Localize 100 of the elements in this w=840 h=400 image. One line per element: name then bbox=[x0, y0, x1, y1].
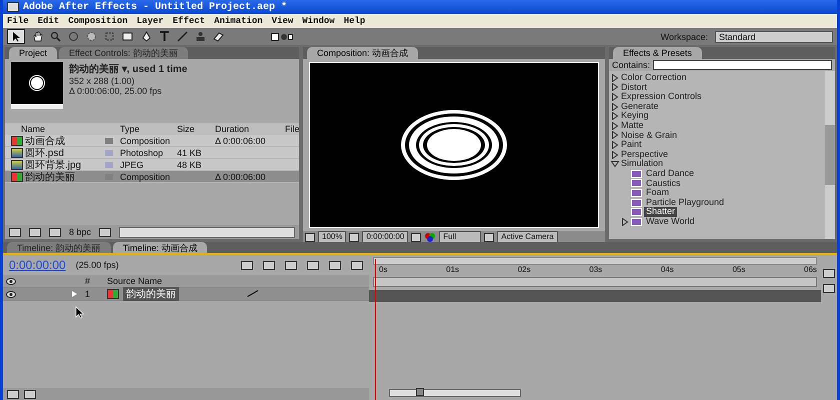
effect-item[interactable]: Caustics bbox=[608, 178, 825, 188]
brush-icon[interactable] bbox=[177, 30, 188, 43]
disclosure-triangle-icon[interactable] bbox=[610, 92, 619, 101]
current-time-field[interactable]: 0:00:00:00 bbox=[362, 231, 408, 243]
ruler-label: 02s bbox=[518, 265, 531, 276]
effect-item[interactable]: Particle Playground bbox=[608, 198, 825, 208]
resolution-dropdown[interactable]: Full bbox=[439, 231, 482, 243]
effect-category[interactable]: Generate bbox=[608, 102, 825, 112]
timeline-tab[interactable]: Timeline: 韵动的美丽 bbox=[7, 242, 111, 253]
stamp-icon[interactable] bbox=[195, 30, 206, 43]
menu-item[interactable]: Layer bbox=[136, 16, 164, 26]
effect-category[interactable]: Noise & Grain bbox=[608, 130, 825, 140]
effect-category[interactable]: Color Correction bbox=[608, 73, 825, 83]
effect-item[interactable]: Foam bbox=[608, 188, 825, 198]
disclosure-triangle-icon[interactable] bbox=[610, 122, 619, 130]
workspace-dropdown[interactable]: Standard bbox=[715, 30, 833, 42]
item-type: Photoshop bbox=[119, 148, 164, 158]
disclosure-triangle-icon[interactable] bbox=[610, 131, 619, 140]
effect-label[interactable]: Foam bbox=[644, 188, 671, 198]
project-item-row[interactable]: 韵动的美丽 Composition Δ 0:00:06:00 bbox=[5, 171, 299, 183]
effect-category[interactable]: Simulation bbox=[608, 159, 825, 169]
text-icon[interactable] bbox=[159, 30, 170, 43]
menu-item[interactable]: Animation bbox=[214, 16, 263, 26]
effect-label[interactable]: Card Dance bbox=[644, 168, 696, 179]
selection-tool-icon[interactable] bbox=[7, 29, 25, 44]
item-name: 圆环.psd bbox=[25, 146, 64, 158]
search-field[interactable] bbox=[653, 60, 832, 70]
project-item-row[interactable]: 动画合成 Composition Δ 0:00:06:00 bbox=[5, 135, 299, 147]
disclosure-triangle-icon[interactable] bbox=[610, 150, 619, 159]
panel-tab[interactable]: Composition: 动画合成 bbox=[307, 47, 418, 59]
zoom-icon[interactable] bbox=[50, 30, 61, 43]
effect-label[interactable]: Shatter bbox=[644, 207, 677, 217]
effect-category[interactable]: Matte bbox=[608, 120, 825, 131]
column-header[interactable]: # bbox=[85, 276, 107, 286]
column-header[interactable]: Source Name bbox=[107, 276, 237, 286]
camera-dropdown[interactable]: Active Camera bbox=[497, 231, 558, 243]
disclosure-triangle-icon[interactable] bbox=[610, 74, 619, 82]
preset-icon bbox=[630, 170, 642, 178]
time-navigator[interactable] bbox=[373, 277, 817, 287]
panel-tab[interactable]: Effects & Presets bbox=[612, 47, 702, 59]
column-header[interactable]: Duration bbox=[215, 124, 285, 134]
file-icon bbox=[11, 160, 23, 170]
disclosure-triangle-icon[interactable] bbox=[610, 140, 619, 149]
ruler-label: 0s bbox=[379, 265, 388, 276]
panel-tab[interactable]: Project bbox=[9, 47, 58, 59]
effect-label[interactable]: Particle Playground bbox=[644, 198, 726, 208]
disclosure-triangle-icon[interactable] bbox=[610, 83, 619, 92]
frame-rate: (25.00 fps) bbox=[76, 260, 119, 270]
expand-triangle-icon[interactable] bbox=[72, 291, 76, 297]
rectangle-icon[interactable] bbox=[122, 30, 134, 43]
orbit-icon[interactable] bbox=[86, 30, 97, 43]
preset-icon bbox=[630, 208, 642, 216]
item-name: 圆环背景.jpg bbox=[25, 158, 82, 172]
menu-item[interactable]: Composition bbox=[68, 16, 128, 26]
disclosure-triangle-icon[interactable] bbox=[610, 112, 619, 120]
effect-label[interactable]: Caustics bbox=[644, 178, 682, 188]
menu-item[interactable]: Edit bbox=[38, 16, 60, 26]
scroll-bar[interactable] bbox=[825, 71, 835, 239]
effect-category[interactable]: Keying bbox=[608, 111, 825, 121]
item-dimensions: 352 x 288 (1.00) bbox=[69, 76, 136, 86]
column-header[interactable]: File bbox=[285, 124, 299, 134]
menu-item[interactable]: File bbox=[7, 16, 29, 26]
layer-row[interactable]: 1 韵动的美丽 bbox=[3, 288, 369, 301]
rotate-icon[interactable] bbox=[68, 30, 79, 43]
effect-category[interactable]: Perspective bbox=[608, 150, 825, 160]
item-duration: Δ 0:00:06:00 bbox=[215, 136, 267, 146]
bit-depth[interactable]: 8 bpc bbox=[69, 227, 92, 237]
zoom-slider[interactable] bbox=[389, 389, 521, 397]
effect-item[interactable]: Wave World bbox=[608, 216, 825, 226]
zoom-dropdown[interactable]: 100% bbox=[318, 231, 346, 243]
effect-item[interactable]: Shatter bbox=[608, 207, 825, 217]
effect-category[interactable]: Paint bbox=[608, 140, 825, 150]
disclosure-triangle-icon[interactable] bbox=[610, 160, 619, 168]
project-item-row[interactable]: 圆环.psd Photoshop 41 KB bbox=[5, 147, 299, 159]
hand-icon[interactable] bbox=[32, 30, 43, 43]
eye-icon[interactable] bbox=[6, 290, 16, 298]
panel-tab[interactable]: Effect Controls: 韵动的美丽 bbox=[59, 47, 188, 59]
menu-item[interactable]: Window bbox=[302, 16, 335, 26]
eraser-icon[interactable] bbox=[213, 30, 224, 43]
effect-label[interactable]: Wave World bbox=[644, 216, 696, 226]
effect-item[interactable]: Card Dance bbox=[608, 168, 825, 179]
column-header[interactable]: Type bbox=[117, 124, 177, 134]
menu-item[interactable]: Effect bbox=[172, 16, 206, 26]
slider-thumb[interactable] bbox=[416, 388, 424, 396]
effect-category[interactable]: Expression Controls bbox=[608, 92, 825, 102]
scroll-bar[interactable] bbox=[119, 226, 295, 238]
effect-category[interactable]: Distort bbox=[608, 82, 825, 92]
workspace-label: Workspace: bbox=[660, 32, 708, 42]
menu-item[interactable]: Help bbox=[344, 16, 366, 26]
project-item-row[interactable]: 圆环背景.jpg JPEG 48 KB bbox=[5, 159, 299, 171]
track-icon[interactable] bbox=[104, 30, 115, 43]
timeline-tab[interactable]: Timeline: 动画合成 bbox=[112, 242, 208, 253]
quality-icon[interactable] bbox=[247, 290, 259, 298]
disclosure-triangle-icon[interactable] bbox=[610, 102, 619, 111]
column-header[interactable]: Name bbox=[5, 124, 100, 134]
axis-mode-icon[interactable] bbox=[271, 30, 293, 43]
pen-icon[interactable] bbox=[141, 30, 152, 43]
menu-item[interactable]: View bbox=[272, 16, 294, 26]
disclosure-triangle-icon[interactable] bbox=[620, 218, 629, 226]
column-header[interactable]: Size bbox=[177, 124, 215, 134]
